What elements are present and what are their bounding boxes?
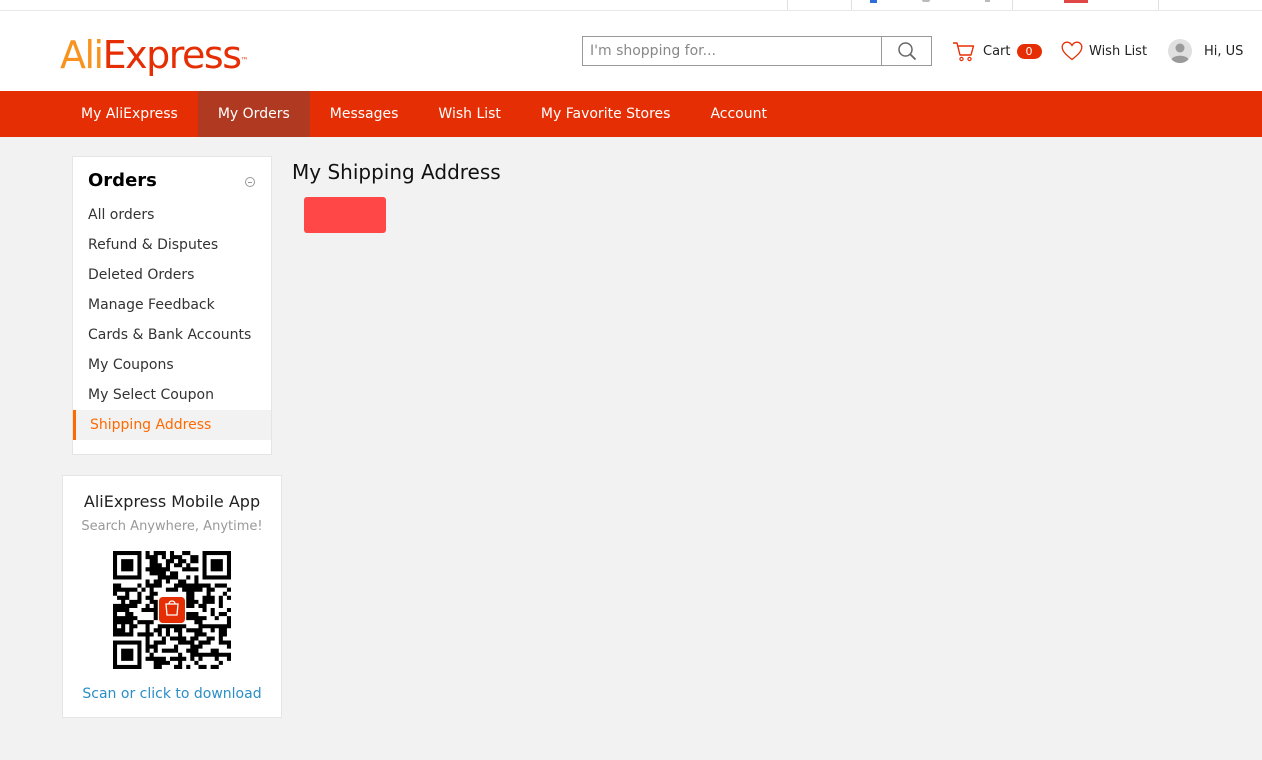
nav-item-wish-list[interactable]: Wish List [418,91,521,137]
wishlist-link[interactable]: Wish List [1061,39,1147,63]
qr-code-icon[interactable] [113,551,231,669]
globe-icon[interactable] [922,0,930,2]
collapse-icon[interactable] [245,177,255,187]
sidebar-item-my-select-coupon[interactable]: My Select Coupon [73,380,271,410]
aliexpress-logo[interactable]: AliExpress™ [60,33,249,77]
app-promo-title: AliExpress Mobile App [83,492,261,511]
app-promo-subtitle: Search Anywhere, Anytime! [81,519,263,534]
logo-trademark: ™ [240,56,249,65]
sidebar-item-shipping-address[interactable]: Shipping Address [73,410,271,440]
cart-count-badge: 0 [1016,43,1042,59]
search-button[interactable] [881,37,931,65]
search-icon [897,42,916,61]
cart-link[interactable]: Cart 0 [952,39,1042,63]
orders-sidebar: Orders All orders Refund & Disputes Dele… [72,156,272,455]
app-icon[interactable] [870,0,877,3]
search-input[interactable] [583,37,881,65]
cart-icon [953,42,975,62]
wishlist-label: Wish List [1089,43,1148,59]
app-download-link[interactable]: Scan or click to download [63,686,281,702]
divider [1158,0,1159,10]
sidebar-item-refund-disputes[interactable]: Refund & Disputes [73,230,271,260]
search-bar [582,36,932,66]
nav-item-my-orders[interactable]: My Orders [197,91,310,137]
sidebar-item-all-orders[interactable]: All orders [73,200,271,230]
divider [1012,0,1013,10]
nav-item-messages[interactable]: Messages [310,91,419,137]
sidebar-item-cards-bank-accounts[interactable]: Cards & Bank Accounts [73,320,271,350]
logo-text-express: Express [102,33,242,77]
add-address-button[interactable] [304,197,386,233]
logo-text-ali: Ali [60,33,104,77]
page-title: My Shipping Address [292,160,501,184]
heart-icon [1061,41,1083,61]
nav-item-favorite-stores[interactable]: My Favorite Stores [521,91,691,137]
nav-item-my-aliexpress[interactable]: My AliExpress [61,91,198,137]
nav-item-account[interactable]: Account [690,91,787,137]
sidebar-item-my-coupons[interactable]: My Coupons [73,350,271,380]
divider [851,0,852,10]
avatar-icon [1168,39,1192,63]
divider [787,0,788,10]
top-utility-bar [0,0,1262,11]
main-nav: My AliExpress My Orders Messages Wish Li… [0,91,1262,137]
flag-icon[interactable] [1064,0,1088,3]
chevron-icon [985,0,990,2]
account-menu[interactable]: Hi, US [1168,39,1243,63]
site-header: AliExpress™ Cart 0 Wish List Hi, [0,11,1262,91]
sidebar-item-deleted-orders[interactable]: Deleted Orders [73,260,271,290]
user-greeting: Hi, US [1204,43,1244,59]
mobile-app-promo: AliExpress Mobile App Search Anywhere, A… [62,475,282,718]
sidebar-item-manage-feedback[interactable]: Manage Feedback [73,290,271,320]
sidebar-title: Orders [88,170,157,191]
cart-label: Cart [983,43,1011,59]
